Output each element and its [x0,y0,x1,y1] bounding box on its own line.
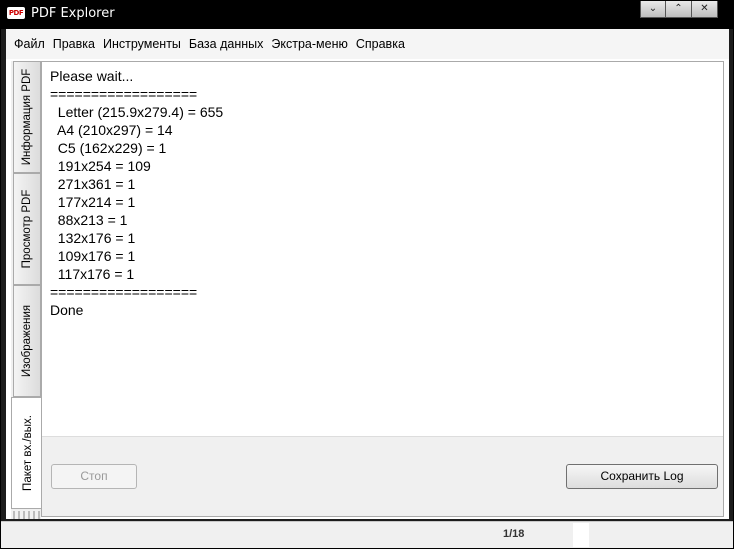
status-bar: 1/18 [1,521,733,548]
log-line: Done [50,302,84,318]
tab-scroll-stub [13,511,41,519]
log-line: ================== [50,284,198,300]
log-line: Letter (215.9x279.4) = 655 [50,104,224,120]
menu-edit[interactable]: Правка [49,37,99,51]
title-bar[interactable]: PDF PDF Explorer ⌄ ⌃ ✕ [1,1,733,29]
menu-extra[interactable]: Экстра-меню [267,37,351,51]
batch-panel: Please wait... ================== Letter … [41,61,724,517]
tab-images[interactable]: Изображения [13,285,41,397]
vertical-tab-strip: Информация PDF Просмотр PDF Изображения … [11,61,43,519]
log-line: 117x176 = 1 [50,266,135,282]
button-area: Стоп Сохранить Log [42,436,723,516]
page-counter: 1/18 [503,528,525,540]
window-title: PDF Explorer [31,6,115,21]
save-log-button[interactable]: Сохранить Log [566,464,718,489]
menu-bar: Файл Правка Инструменты База данных Экст… [6,29,729,59]
chevron-up-icon[interactable]: ⌃ [666,1,692,18]
log-line: 109x176 = 1 [50,248,136,264]
tab-batch-io[interactable]: Пакет вх./вых. [11,397,43,509]
pdf-app-icon: PDF [7,7,25,19]
log-line: 132x176 = 1 [50,230,136,246]
chevron-down-icon[interactable]: ⌄ [640,1,666,18]
log-line: 88x213 = 1 [50,212,128,228]
menu-database[interactable]: База данных [185,37,267,51]
log-line: 191x254 = 109 [50,158,151,174]
window-controls: ⌄ ⌃ ✕ [640,1,718,19]
log-output[interactable]: Please wait... ================== Letter … [50,67,223,319]
stop-button[interactable]: Стоп [51,464,137,489]
app-window: PDF PDF Explorer ⌄ ⌃ ✕ Файл Правка Инстр… [0,0,734,549]
log-line: 177x214 = 1 [50,194,136,210]
menu-tools[interactable]: Инструменты [99,37,185,51]
log-line: A4 (210x297) = 14 [50,122,173,138]
close-icon[interactable]: ✕ [692,1,718,18]
status-panel [573,523,589,547]
client-area: Файл Правка Инструменты База данных Экст… [6,29,729,519]
tab-pdf-preview[interactable]: Просмотр PDF [13,173,41,285]
log-line: Please wait... [50,68,134,84]
log-line: 271x361 = 1 [50,176,136,192]
log-line: ================== [50,86,198,102]
menu-help[interactable]: Справка [352,37,409,51]
tab-pdf-info[interactable]: Информация PDF [13,61,41,173]
menu-file[interactable]: Файл [10,37,49,51]
log-line: C5 (162x229) = 1 [50,140,167,156]
